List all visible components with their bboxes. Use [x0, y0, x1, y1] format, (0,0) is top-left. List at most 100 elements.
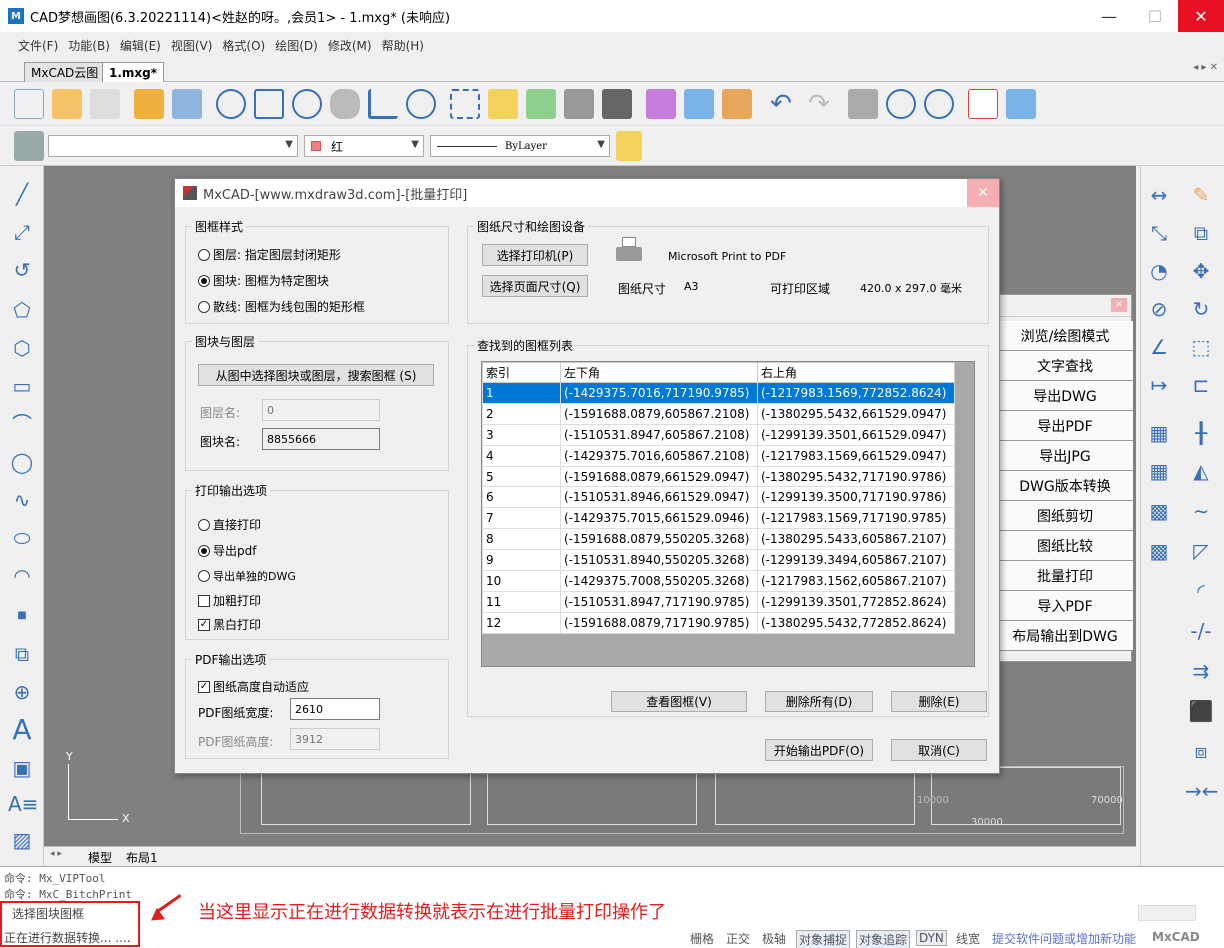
command-scrollbar[interactable] — [1138, 905, 1196, 921]
status-dyn[interactable]: DYN — [916, 930, 947, 946]
save-icon[interactable] — [90, 89, 120, 119]
insert-icon[interactable] — [684, 89, 714, 119]
dim-linear-icon[interactable]: ↔ — [1143, 180, 1175, 210]
status-ortho[interactable]: 正交 — [726, 930, 750, 947]
rectangle-icon[interactable]: ▭ — [8, 372, 36, 400]
export-jpg-button[interactable]: 导出JPG — [997, 441, 1133, 471]
table-row[interactable]: 12 (-1591688.0879,717190.9785) (-1380295.5… — [482, 611, 955, 634]
frame-list-table[interactable]: 索引 左下角 右上角 1 (-1429375.7016,717190.9785)(… — [481, 361, 975, 667]
status-polar[interactable]: 极轴 — [762, 930, 786, 947]
select-block-layer-button[interactable]: 从图中选择图块或图层，搜索图框 (S) — [198, 364, 434, 386]
bw-print-checkbox[interactable]: ✓ 黑白打印 — [198, 616, 261, 633]
pdf-height-field[interactable]: 3912 — [290, 728, 380, 750]
drawing-cut-button[interactable]: 图纸剪切 — [997, 501, 1133, 531]
menu-function[interactable]: 功能(B) — [64, 37, 114, 54]
menu-file[interactable]: 文件(F) — [14, 37, 62, 54]
table-row[interactable]: 9 (-1510531.8940,550205.3268) (-1299139.34… — [482, 549, 955, 572]
delete-button[interactable]: 删除(E) — [891, 691, 987, 712]
move-icon[interactable]: ✥ — [1185, 256, 1217, 286]
column-upper-right[interactable]: 右上角 — [757, 362, 955, 383]
table-row[interactable]: 3 (-1510531.8947,605867.2108) (-1299139.35… — [482, 423, 955, 446]
delete-all-button[interactable]: 删除所有(D) — [765, 691, 873, 712]
table-row[interactable]: 6 (-1510531.8946,661529.0947) (-1299139.35… — [482, 486, 955, 509]
redo-icon[interactable]: ↷ — [804, 89, 834, 119]
export-dwg-radio[interactable]: 导出单独的DWG — [198, 568, 296, 584]
xline-icon[interactable]: ⤢ — [8, 218, 36, 246]
stretch-icon[interactable]: ⊏ — [1185, 370, 1217, 400]
text-style-icon[interactable] — [646, 89, 676, 119]
column-index[interactable]: 索引 — [482, 362, 561, 383]
menu-edit[interactable]: 编辑(E) — [116, 37, 165, 54]
mtext-icon[interactable]: A≡ — [8, 790, 38, 818]
scale-icon[interactable]: ⬚ — [1185, 332, 1217, 362]
dim-angle-icon[interactable]: ∠ — [1143, 332, 1175, 362]
polyline-icon[interactable]: ↺ — [8, 256, 36, 284]
linetype-select[interactable]: ByLayer ▼ — [430, 135, 610, 157]
undo-icon[interactable]: ↶ — [766, 89, 796, 119]
export-dwg-button[interactable]: 导出DWG — [997, 381, 1133, 411]
dim-aligned-icon[interactable]: ⤡ — [1143, 218, 1175, 248]
select-printer-button[interactable]: 选择打印机(P) — [482, 244, 588, 266]
cancel-button[interactable]: 取消(C) — [891, 739, 987, 761]
layer-name-field[interactable]: 0 — [262, 399, 380, 421]
batch-print-button[interactable]: 批量打印 — [997, 561, 1133, 591]
mirror-icon[interactable]: ◭ — [1185, 456, 1217, 486]
dim-diameter-icon[interactable]: ⊘ — [1143, 294, 1175, 324]
table-row[interactable]: 7 (-1429375.7015,661529.0946) (-1217983.15… — [482, 507, 955, 530]
pdf-width-field[interactable]: 2610 — [290, 698, 380, 720]
erase-icon[interactable]: ✎ — [1185, 180, 1217, 210]
rotate-icon[interactable]: ↻ — [1185, 294, 1217, 324]
ellipse-icon[interactable]: ⬭ — [8, 524, 36, 552]
layout-tab-model[interactable]: 模型 — [88, 849, 112, 866]
table-row[interactable]: 8 (-1591688.0879,550205.3268) (-1380295.54… — [482, 528, 955, 551]
table-row[interactable]: 2 (-1591688.0879,605867.2108) (-1380295.54… — [482, 402, 955, 425]
menu-format[interactable]: 格式(O) — [218, 37, 269, 54]
open-folder-icon[interactable] — [134, 89, 164, 119]
pentagon-icon[interactable]: ⬡ — [8, 334, 36, 362]
status-osnap[interactable]: 对象捕捉 — [796, 930, 851, 948]
close-button[interactable]: ✕ — [1178, 0, 1224, 32]
zoom-realtime-icon[interactable] — [406, 89, 436, 119]
point-icon[interactable]: ■ — [8, 602, 36, 630]
new-file-icon[interactable] — [14, 89, 44, 119]
start-export-pdf-button[interactable]: 开始输出PDF(O) — [765, 739, 873, 761]
block-edit-icon[interactable]: ▩ — [1143, 496, 1175, 526]
export-pdf-radio[interactable]: 导出pdf — [198, 542, 256, 559]
tab-cloud[interactable]: MxCAD云图 — [24, 62, 106, 82]
direct-print-radio[interactable]: 直接打印 — [198, 516, 261, 533]
menu-help[interactable]: 帮助(H) — [378, 37, 428, 54]
hatch-icon[interactable]: ▨ — [8, 826, 36, 854]
print-icon[interactable] — [848, 89, 878, 119]
layer-move-icon[interactable]: ▦ — [1143, 456, 1175, 486]
ellipse-arc-icon[interactable]: ◠ — [8, 562, 36, 590]
wave-icon[interactable]: ∼ — [1185, 496, 1217, 526]
select-page-size-button[interactable]: 选择页面尺寸(Q) — [482, 275, 588, 297]
dialog-close-button[interactable]: ✕ — [967, 179, 999, 207]
layer-select[interactable]: ▼ — [48, 135, 298, 157]
spline-icon[interactable]: ∿ — [8, 486, 36, 514]
explode-icon[interactable]: ⧈ — [1185, 736, 1217, 766]
line-icon[interactable]: ╱ — [8, 180, 36, 208]
break-icon[interactable]: -/- — [1185, 616, 1217, 646]
layout-nav-icon[interactable]: ◂ ▸ — [50, 849, 62, 859]
table-row[interactable]: 11 (-1510531.8947,717190.9785) (-1299139.3… — [482, 590, 955, 613]
menu-draw[interactable]: 绘图(D) — [271, 37, 322, 54]
fillet-icon[interactable]: ◜ — [1185, 576, 1217, 606]
frame-style-block-radio[interactable]: 图块: 图框为特定图块 — [198, 272, 329, 289]
frame-style-layer-radio[interactable]: 图层: 指定图层封闭矩形 — [198, 246, 341, 263]
browse-draw-mode-button[interactable]: 浏览/绘图模式 — [997, 321, 1133, 351]
extend-icon[interactable]: →← — [1185, 776, 1219, 806]
save-as-icon[interactable] — [172, 89, 202, 119]
maximize-button[interactable]: ☐ — [1132, 0, 1178, 32]
status-lineweight[interactable]: 线宽 — [956, 930, 980, 947]
block-insert-icon[interactable]: ⧉ — [8, 640, 36, 668]
bold-print-checkbox[interactable]: 加粗打印 — [198, 592, 261, 609]
table-row[interactable]: 4 (-1429375.7016,605867.2108) (-1217983.15… — [482, 444, 955, 467]
layout-to-dwg-button[interactable]: 布局输出到DWG — [997, 621, 1133, 651]
list-icon[interactable] — [564, 89, 594, 119]
trim-icon[interactable]: ╂ — [1185, 418, 1217, 448]
box-3d-icon[interactable]: ⬛ — [1185, 696, 1217, 726]
column-lower-left[interactable]: 左下角 — [560, 362, 758, 383]
export-pdf-button[interactable]: 导出PDF — [997, 411, 1133, 441]
zoom-window-icon[interactable] — [216, 89, 246, 119]
